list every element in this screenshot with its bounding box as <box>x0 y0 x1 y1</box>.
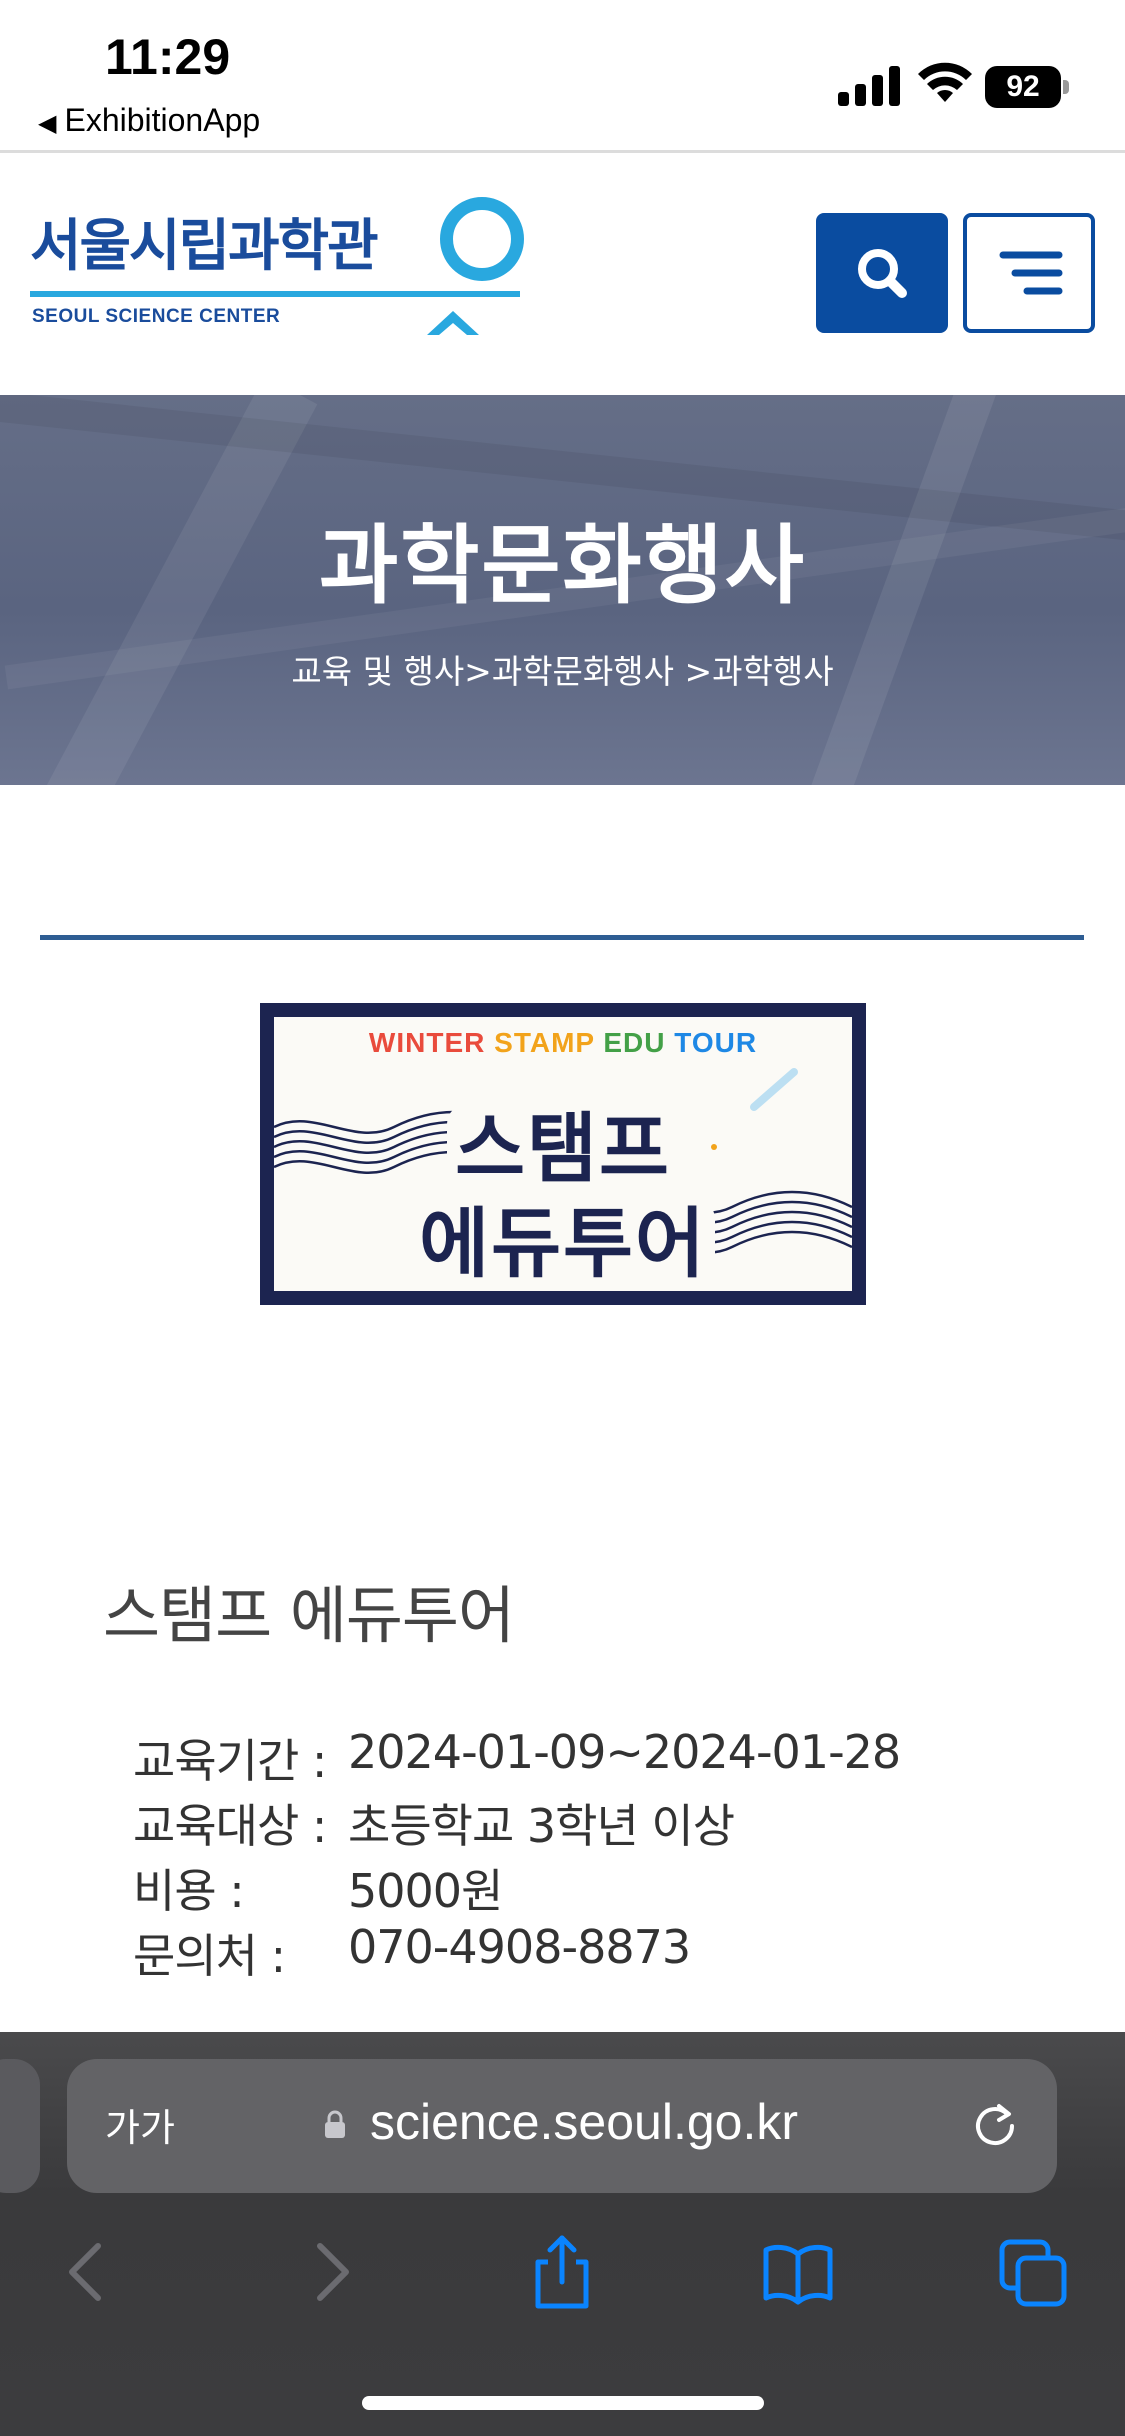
logo-underline <box>30 291 520 297</box>
logo-english-text: SEOUL SCIENCE CENTER <box>32 306 281 327</box>
forward-arrow-icon[interactable] <box>290 2232 370 2312</box>
share-icon[interactable] <box>522 2232 602 2312</box>
detail-row-cost: 비용 : 5000원 <box>133 1855 1033 1920</box>
site-logo[interactable]: 서울시립과학관 SEOUL SCIENCE CENTER <box>30 197 530 351</box>
battery-level: 92 <box>985 66 1061 108</box>
poster-title-line2: 에듀투어 <box>274 1182 852 1291</box>
detail-value: 2024-01-09~2024-01-28 <box>348 1725 901 1779</box>
wifi-icon <box>918 62 972 102</box>
back-app-label: ExhibitionApp <box>64 102 261 138</box>
detail-label: 문의처 : <box>133 1929 286 1983</box>
page-banner: 과학문화행사 교육 및 행사>과학문화행사 >과학행사 <box>0 395 1125 785</box>
back-arrow-icon[interactable] <box>48 2232 128 2312</box>
previous-tab-edge[interactable] <box>0 2059 40 2193</box>
site-header: 서울시립과학관 SEOUL SCIENCE CENTER <box>0 153 1125 393</box>
content-divider <box>40 935 1084 940</box>
breadcrumb: 교육 및 행사>과학문화행사 >과학행사 <box>291 652 834 691</box>
logo-korean-text: 서울시립과학관 <box>30 214 379 279</box>
back-triangle-icon: ◀ <box>38 110 57 137</box>
detail-label: 비용 : <box>133 1864 245 1918</box>
reload-icon[interactable] <box>967 2096 1023 2152</box>
tabs-icon[interactable] <box>994 2232 1074 2312</box>
home-indicator[interactable] <box>362 2396 764 2410</box>
poster-title-line1: 스탬프 <box>274 1087 852 1197</box>
menu-button[interactable] <box>963 213 1095 333</box>
lock-icon <box>325 2110 345 2138</box>
detail-row-target: 교육대상 : 초등학교 3학년 이상 <box>133 1790 1033 1855</box>
cellular-signal-icon <box>838 62 900 106</box>
event-poster-image: WINTER STAMP EDU TOUR 스탬프 에듀투어 <box>260 1003 866 1305</box>
event-details: 교육기간 : 2024-01-09~2024-01-28 교육대상 : 초등학교… <box>133 1725 1033 1985</box>
detail-value: 초등학교 3학년 이상 <box>348 1799 735 1853</box>
status-time: 11:29 <box>105 29 231 85</box>
search-icon <box>858 249 907 298</box>
address-bar[interactable]: 가가 science.seoul.go.kr <box>67 2059 1057 2193</box>
logo-circle-mark <box>440 197 524 281</box>
text-size-button[interactable]: 가가 <box>105 2097 175 2152</box>
battery-icon: 92 <box>985 66 1069 108</box>
detail-label: 교육기간 : <box>133 1734 327 1788</box>
url-text[interactable]: science.seoul.go.kr <box>370 2093 798 2151</box>
bookmarks-icon[interactable] <box>758 2232 838 2312</box>
detail-label: 교육대상 : <box>133 1799 327 1853</box>
browser-toolbar: 가가 science.seoul.go.kr <box>0 2032 1125 2436</box>
detail-row-contact: 문의처 : 070-4908-8873 <box>133 1920 1033 1985</box>
poster-subtitle: WINTER STAMP EDU TOUR <box>368 1027 758 1058</box>
page-title: 과학문화행사 <box>319 516 806 616</box>
status-bar: 11:29 ◀ ExhibitionApp 92 <box>0 0 1125 150</box>
event-title: 스탬프 에듀투어 <box>103 1579 515 1652</box>
detail-row-period: 교육기간 : 2024-01-09~2024-01-28 <box>133 1725 1033 1790</box>
menu-icon <box>999 251 1063 295</box>
logo-chevron-mark <box>427 311 479 335</box>
detail-value[interactable]: 070-4908-8873 <box>348 1920 691 1974</box>
back-to-app-link[interactable]: ◀ ExhibitionApp <box>38 102 260 139</box>
search-button[interactable] <box>816 213 948 333</box>
detail-value: 5000원 <box>348 1864 503 1918</box>
